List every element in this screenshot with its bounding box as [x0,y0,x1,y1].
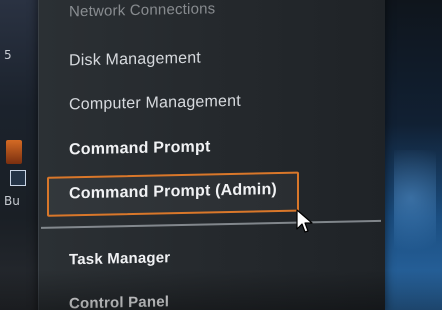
menu-item-network-connections[interactable]: Network Connections [69,0,215,20]
screenshot-frame: 5 Bu Network Connections Disk Management… [0,0,442,310]
desktop-icon-label: Bu [4,194,20,208]
desktop-shortcut-icon[interactable] [10,170,26,186]
menu-item-control-panel[interactable]: Control Panel [69,293,169,310]
desktop-background-right [384,0,442,310]
menu-separator [41,219,381,229]
menu-item-disk-management[interactable]: Disk Management [69,50,201,71]
mouse-pointer-icon [296,209,313,233]
desktop-partial-text: 5 [4,48,12,62]
menu-item-task-manager[interactable]: Task Manager [69,249,170,268]
menu-item-command-prompt[interactable]: Command Prompt [69,138,210,159]
desktop-background-left: 5 Bu [0,0,38,310]
desktop-app-icon[interactable] [6,140,22,164]
power-user-menu: Network Connections Disk Management Comp… [38,0,385,310]
menu-item-computer-management[interactable]: Computer Management [69,93,241,115]
